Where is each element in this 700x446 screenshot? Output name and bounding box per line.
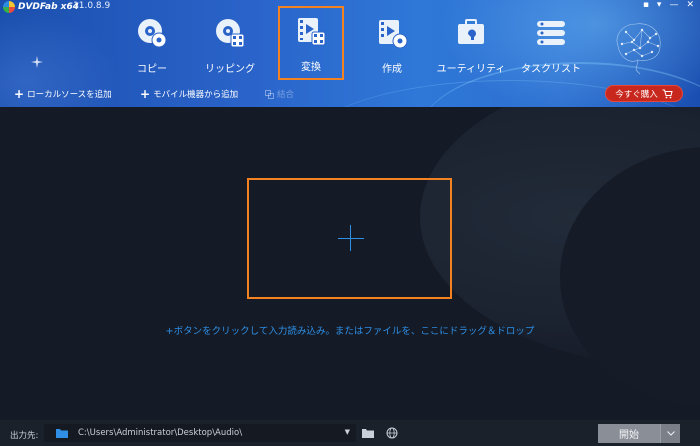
dvdfab-logo-icon: [3, 1, 15, 13]
start-button[interactable]: 開始: [598, 424, 660, 443]
chevron-down-icon[interactable]: ▼: [345, 428, 350, 436]
main-content-area: +ボタンをクリックして入力読み込み。またはファイルを、ここにドラッグ＆ドロップ: [0, 107, 700, 420]
plus-icon: +: [14, 87, 25, 101]
globe-button[interactable]: [384, 425, 400, 441]
app-logo: DVDFab x64: [3, 1, 79, 13]
nav-ripping[interactable]: リッピング: [198, 8, 262, 76]
globe-icon: [386, 427, 398, 439]
output-label: 出力先:: [10, 431, 39, 441]
film-create-icon: [379, 20, 408, 49]
disc-copy-icon: [138, 19, 167, 48]
nav-label: 変換: [301, 62, 321, 73]
brain-decoration-icon: [616, 23, 661, 75]
browse-folder-button[interactable]: [360, 425, 376, 441]
disc-rip-icon: [216, 19, 245, 48]
film-convert-icon: [298, 18, 326, 46]
chevron-down-icon: [666, 431, 675, 436]
folder-icon: [56, 429, 68, 438]
nav-create[interactable]: 作成: [360, 8, 424, 76]
add-mobile-device-button[interactable]: + モバイル機器から追加: [140, 88, 238, 100]
app-version: 11.0.8.9: [73, 1, 111, 11]
add-plus-icon: [350, 225, 351, 251]
nav-utility[interactable]: ユーティリティ: [436, 8, 506, 76]
task-list-icon: [537, 21, 565, 45]
drag-drop-hint: +ボタンをクリックして入力読み込み。またはファイルを、ここにドラッグ＆ドロップ: [165, 326, 535, 337]
open-folder-icon: [362, 429, 374, 438]
menu-icon[interactable]: ▾: [657, 0, 662, 10]
add-local-source-button[interactable]: + ローカルソースを追加: [14, 88, 112, 100]
nav-label: 作成: [382, 64, 402, 75]
merge-button[interactable]: 結合: [265, 88, 294, 100]
nav-task-list[interactable]: タスクリスト: [516, 8, 586, 76]
nav-label: リッピング: [205, 64, 255, 75]
nav-label: コピー: [137, 64, 167, 75]
nav-label: タスクリスト: [521, 64, 581, 75]
add-mobile-device-label: モバイル機器から追加: [153, 90, 239, 100]
nav-label: ユーティリティ: [436, 64, 506, 75]
nav-copy[interactable]: コピー: [120, 8, 184, 76]
merge-icon: [265, 89, 274, 99]
window-controls: ▪ ▾ — ✕: [643, 0, 694, 10]
buy-now-label: 今すぐ購入: [615, 89, 658, 100]
bottom-bar: 出力先: C:\Users\Administrator\Desktop\Audi…: [0, 420, 700, 446]
header-banner: DVDFab x64 11.0.8.9 ▪ ▾ — ✕ コピー リッピング 変換…: [0, 0, 700, 107]
close-icon[interactable]: ✕: [686, 0, 694, 10]
buy-now-button[interactable]: 今すぐ購入: [605, 85, 683, 102]
minimize-icon[interactable]: —: [669, 0, 678, 10]
add-input-drop-zone[interactable]: [247, 178, 452, 299]
add-local-source-label: ローカルソースを追加: [27, 90, 112, 100]
start-options-button[interactable]: [660, 424, 680, 443]
output-path-select[interactable]: C:\Users\Administrator\Desktop\Audio\ ▼: [44, 424, 356, 442]
add-plus-icon: [338, 238, 364, 239]
sparkle-icon: [31, 56, 43, 68]
app-logo-text: DVDFab x64: [18, 2, 80, 12]
cart-icon: [662, 89, 673, 98]
plus-icon: +: [140, 87, 151, 101]
merge-label: 結合: [277, 90, 295, 100]
nav-convert[interactable]: 変換: [278, 6, 344, 80]
toolbox-icon: [458, 19, 484, 44]
pin-icon[interactable]: ▪: [643, 0, 649, 10]
output-path-text: C:\Users\Administrator\Desktop\Audio\: [78, 428, 243, 438]
